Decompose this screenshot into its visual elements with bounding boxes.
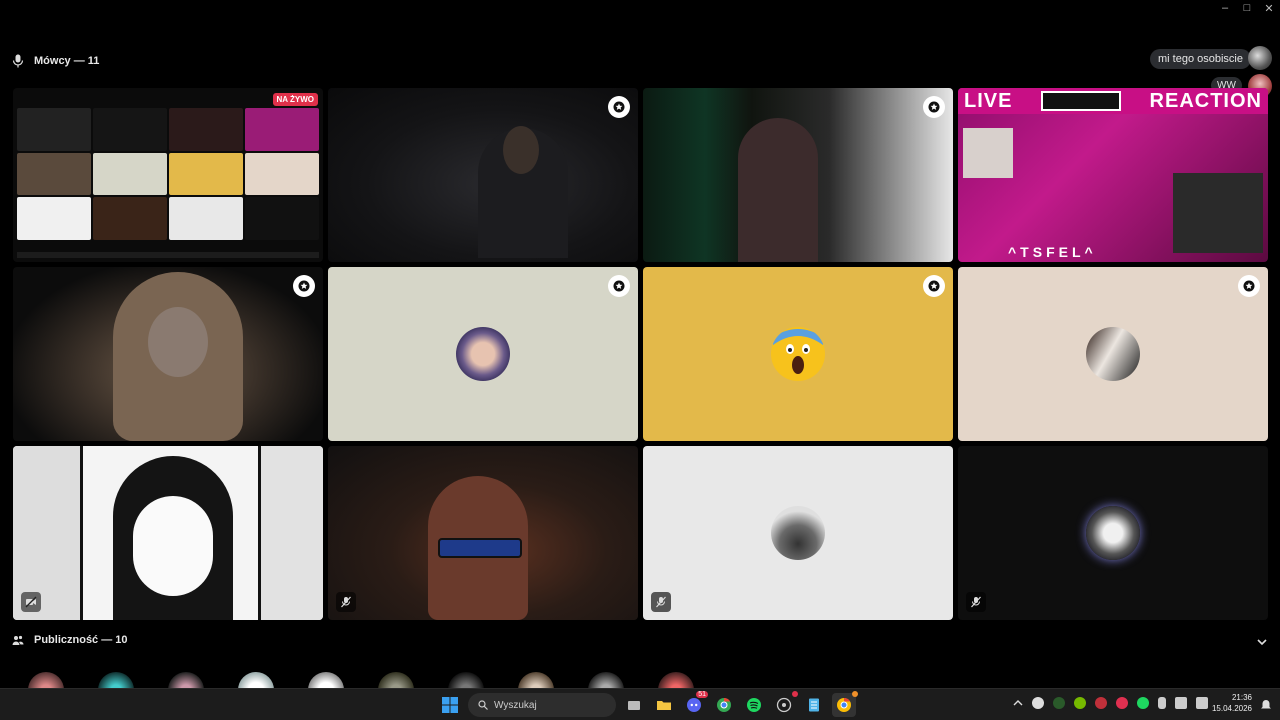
participant-avatar-tile[interactable] (643, 446, 953, 620)
clock-date: 15.04.2026 (1211, 704, 1252, 713)
close-button[interactable]: ✕ (1258, 0, 1280, 16)
app-tray-icon[interactable] (1116, 697, 1128, 709)
stream-badge (923, 96, 945, 118)
mic-muted-icon (971, 596, 981, 608)
microphone-icon (12, 54, 24, 68)
app-tray-icon[interactable] (1095, 697, 1107, 709)
minimize-button[interactable]: – (1214, 0, 1236, 16)
participant-avatar-tile[interactable] (643, 267, 953, 441)
stream-banner: LIVE REACTION (958, 88, 1268, 114)
discord-button[interactable]: 51 (682, 691, 708, 717)
search-placeholder: Wyszukaj (494, 699, 537, 711)
app-tray-icon[interactable] (1053, 697, 1065, 709)
sync-icon[interactable] (1032, 697, 1044, 709)
system-tray (1013, 697, 1208, 709)
stream-preview (17, 108, 319, 240)
taskbar-apps: Wyszukaj 51 (438, 691, 858, 717)
participant-avatar-tile[interactable] (958, 446, 1268, 620)
live-badge: NA ŻYWO (272, 93, 318, 106)
stream-badge (608, 96, 630, 118)
video-off-indicator (21, 592, 41, 612)
banner-live-text: LIVE (964, 89, 1013, 112)
windows-taskbar: Wyszukaj 51 21:36 15.04.2026 (0, 688, 1280, 720)
maximize-button[interactable]: □ (1236, 0, 1258, 16)
avatar (771, 506, 825, 560)
notepad-button[interactable] (802, 693, 826, 717)
file-explorer-button[interactable] (652, 693, 676, 717)
chevron-down-icon[interactable] (1256, 636, 1268, 648)
star-icon (1243, 280, 1255, 292)
windows-logo-icon (442, 697, 458, 713)
chrome-icon (837, 697, 851, 712)
clock-time: 21:36 (1231, 693, 1252, 702)
spotify-button[interactable] (742, 693, 766, 717)
mic-muted-icon (656, 596, 666, 608)
speakers-label: Mówcy — 11 (34, 55, 100, 67)
system-clock[interactable]: 21:36 15.04.2026 (1212, 692, 1252, 714)
app-icon (776, 697, 792, 713)
mic-muted-icon (341, 596, 351, 608)
network-icon[interactable] (1175, 697, 1187, 709)
participant-video-tile[interactable]: LIVE REACTION ^TSFEL^ (958, 88, 1268, 262)
microphone-tray-icon[interactable] (1158, 697, 1166, 709)
chat-message[interactable]: mi tego osobiscie (1150, 49, 1251, 69)
notification-badge: 51 (696, 691, 708, 698)
star-icon (928, 280, 940, 292)
chrome-button[interactable] (712, 693, 736, 717)
mic-muted-indicator (336, 592, 356, 612)
mic-muted-indicator (651, 592, 671, 612)
volume-icon[interactable] (1196, 697, 1208, 709)
discord-icon (687, 698, 701, 712)
participant-video-tile[interactable] (328, 446, 638, 620)
participant-avatar-tile[interactable] (958, 267, 1268, 441)
screen-share-tile[interactable]: NA ŻYWO (13, 88, 323, 262)
windows-start-button[interactable] (438, 693, 462, 717)
participant-video-tile[interactable] (13, 267, 323, 441)
star-icon (298, 280, 310, 292)
star-icon (613, 280, 625, 292)
camera-off-icon (25, 596, 37, 608)
search-icon (478, 700, 488, 710)
banner-reaction-text: REACTION (1149, 89, 1262, 112)
chrome-icon (717, 697, 731, 712)
avatar (1086, 506, 1140, 560)
chat-avatar[interactable] (1248, 46, 1272, 70)
avatar (771, 327, 825, 381)
chrome-active-button[interactable] (832, 691, 858, 717)
avatar (456, 327, 510, 381)
task-view-button[interactable] (622, 693, 646, 717)
screaming-emoji-icon (772, 328, 824, 380)
participant-video-tile[interactable] (328, 88, 638, 262)
audience-label: Publiczność — 10 (34, 634, 128, 646)
notification-badge (792, 691, 798, 697)
spotify-tray-icon[interactable] (1137, 697, 1149, 709)
speakers-header: Mówcy — 11 (12, 54, 99, 68)
nvidia-icon[interactable] (1074, 697, 1086, 709)
star-icon (928, 101, 940, 113)
notification-badge (852, 691, 858, 697)
participant-video-tile[interactable] (643, 88, 953, 262)
mic-muted-indicator (966, 592, 986, 612)
participant-video-tile[interactable] (13, 446, 323, 620)
video-grid: NA ŻYWO LIVE REACTION ^TSFEL^ (13, 88, 1268, 621)
stream-badge (608, 275, 630, 297)
audience-icon (12, 635, 24, 645)
stream-badge (923, 275, 945, 297)
stream-badge (293, 275, 315, 297)
chevron-up-icon[interactable] (1013, 698, 1023, 708)
folder-icon (657, 701, 671, 710)
participant-avatar-tile[interactable] (328, 267, 638, 441)
app-button[interactable] (772, 691, 798, 717)
audience-header: Publiczność — 10 (12, 634, 128, 646)
taskbar-search[interactable]: Wyszukaj (468, 693, 616, 717)
stream-badge (1238, 275, 1260, 297)
star-icon (613, 101, 625, 113)
spotify-icon (747, 698, 761, 712)
notepad-icon (809, 698, 819, 712)
avatar (1086, 327, 1140, 381)
overlay-text: ^TSFEL^ (1008, 244, 1097, 260)
window-controls: – □ ✕ (1214, 0, 1280, 16)
task-view-icon (628, 701, 640, 710)
bell-icon[interactable] (1260, 699, 1272, 711)
